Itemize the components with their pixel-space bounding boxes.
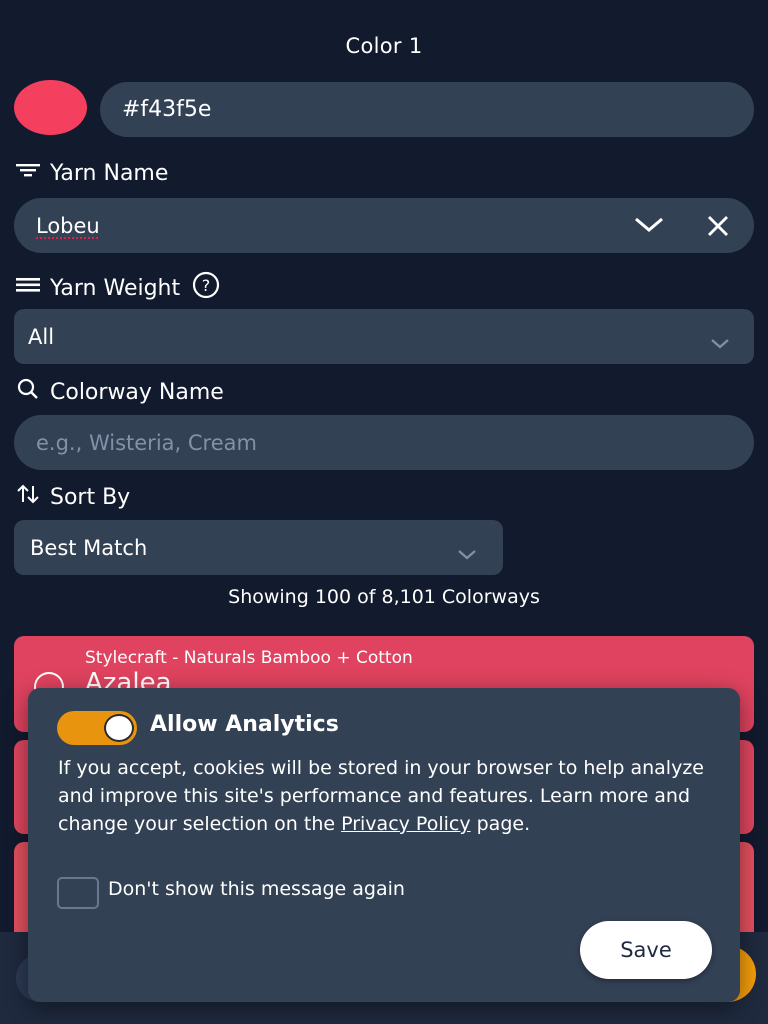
yarn-weight-label-text: Yarn Weight bbox=[50, 275, 181, 301]
chevron-down-icon[interactable] bbox=[634, 214, 664, 239]
dialog-body-suffix: page. bbox=[470, 813, 531, 835]
sort-by-label-text: Sort By bbox=[50, 484, 131, 510]
chevron-down-icon bbox=[710, 331, 730, 355]
toggle-knob bbox=[104, 714, 134, 742]
dont-show-label: Don't show this message again bbox=[108, 878, 405, 900]
yarn-name-value: Lobeu bbox=[36, 213, 100, 238]
save-button[interactable]: Save bbox=[580, 921, 712, 979]
yarn-weight-select[interactable]: All bbox=[14, 309, 754, 364]
sort-arrows-icon bbox=[16, 483, 50, 511]
yarn-name-input[interactable]: Lobeu bbox=[14, 198, 754, 253]
analytics-toggle[interactable] bbox=[57, 711, 137, 745]
dont-show-checkbox[interactable] bbox=[57, 877, 99, 909]
page-title: Color 1 bbox=[345, 34, 423, 58]
search-icon bbox=[16, 377, 50, 407]
results-summary: Showing 100 of 8,101 Colorways bbox=[228, 586, 540, 608]
yarn-weight-label: Yarn Weight ? bbox=[16, 271, 230, 305]
chevron-down-icon bbox=[457, 542, 477, 566]
colorway-name: Azalea bbox=[85, 668, 172, 688]
colorway-brand: Stylecraft - Naturals Bamboo + Cotton bbox=[85, 648, 413, 668]
sort-by-value: Best Match bbox=[30, 535, 148, 560]
analytics-dialog: Allow Analytics If you accept, cookies w… bbox=[28, 688, 740, 1002]
colorway-name-label: Colorway Name bbox=[16, 377, 224, 407]
sort-by-label: Sort By bbox=[16, 483, 130, 511]
dialog-body: If you accept, cookies will be stored in… bbox=[58, 754, 718, 838]
colorway-name-input[interactable]: e.g., Wisteria, Cream bbox=[14, 415, 754, 470]
yarn-name-label-text: Yarn Name bbox=[50, 160, 169, 186]
menu-lines-icon bbox=[16, 275, 50, 301]
yarn-name-label: Yarn Name bbox=[16, 160, 168, 186]
sort-by-select[interactable]: Best Match bbox=[14, 520, 503, 575]
yarn-weight-value: All bbox=[28, 324, 55, 349]
svg-text:?: ? bbox=[202, 276, 211, 295]
dialog-title: Allow Analytics bbox=[150, 712, 339, 737]
color-swatch[interactable] bbox=[14, 80, 87, 135]
colorway-name-label-text: Colorway Name bbox=[50, 379, 224, 405]
filter-icon bbox=[16, 160, 50, 186]
close-icon[interactable] bbox=[706, 214, 730, 243]
privacy-policy-link[interactable]: Privacy Policy bbox=[341, 813, 470, 835]
help-icon[interactable]: ? bbox=[192, 271, 230, 305]
hex-color-input[interactable]: #f43f5e bbox=[100, 82, 754, 137]
